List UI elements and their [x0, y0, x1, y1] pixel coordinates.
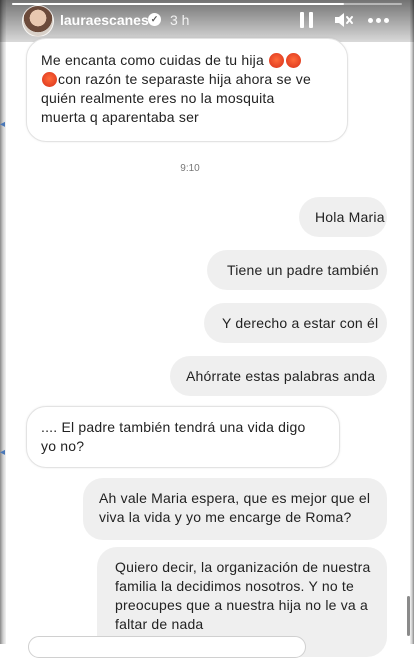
message-line: muerta q aparentaba ser — [41, 109, 199, 125]
scrollbar[interactable] — [407, 596, 410, 636]
more-icon[interactable] — [368, 18, 390, 24]
angry-emoji-icon — [269, 53, 285, 68]
message-line: faltar de nada — [115, 616, 204, 632]
outgoing-message: Y derecho a estar con él — [204, 303, 387, 343]
message-line: con razón te separaste hija ahora se ve — [41, 70, 333, 89]
message-line: .... El padre también tendrá una vida di… — [41, 419, 306, 435]
story-progress-bar — [12, 3, 402, 5]
outgoing-message: Ahórrate estas palabras anda — [170, 356, 387, 396]
message-line: quién realmente eres no la mosquita — [41, 90, 275, 106]
side-marker-icon: ◂ — [0, 447, 6, 458]
time-ago: 3 h — [170, 12, 190, 28]
angry-emoji-icon — [42, 72, 57, 87]
username[interactable]: lauraescanes — [60, 12, 149, 28]
message-line: Quiero decir, la organización de nuestra — [115, 559, 371, 575]
message-line: yo no? — [41, 438, 85, 454]
left-edge — [0, 0, 6, 644]
reply-bar[interactable] — [28, 636, 306, 658]
message-line: Me encanta como cuidas de tu hija — [41, 51, 333, 70]
incoming-message: .... El padre también tendrá una vida di… — [26, 406, 340, 468]
pause-icon[interactable] — [300, 12, 314, 28]
message-line: familia la decidimos nosotros. Y no te — [115, 578, 354, 594]
avatar[interactable] — [22, 5, 54, 37]
message-line: preocupes que a nuestra hija no le va a — [115, 597, 368, 613]
side-marker-icon: ◂ — [0, 119, 6, 130]
message-timestamp: 9:10 — [180, 163, 200, 174]
outgoing-message: Tiene un padre también — [207, 250, 387, 290]
message-line: viva la vida y yo me encarge de Roma? — [99, 509, 352, 525]
outgoing-message: Ah vale Maria espera, que es mejor que e… — [83, 478, 387, 540]
outgoing-message: Hola Maria — [299, 197, 387, 237]
verified-badge-icon: ✓ — [148, 13, 161, 26]
right-edge — [410, 0, 414, 644]
angry-emoji-icon — [286, 53, 302, 68]
mute-icon[interactable] — [334, 11, 354, 29]
message-line: Ah vale Maria espera, que es mejor que e… — [99, 490, 371, 506]
story-progress-fill — [12, 3, 344, 5]
incoming-message: Me encanta como cuidas de tu hija con ra… — [26, 38, 348, 142]
